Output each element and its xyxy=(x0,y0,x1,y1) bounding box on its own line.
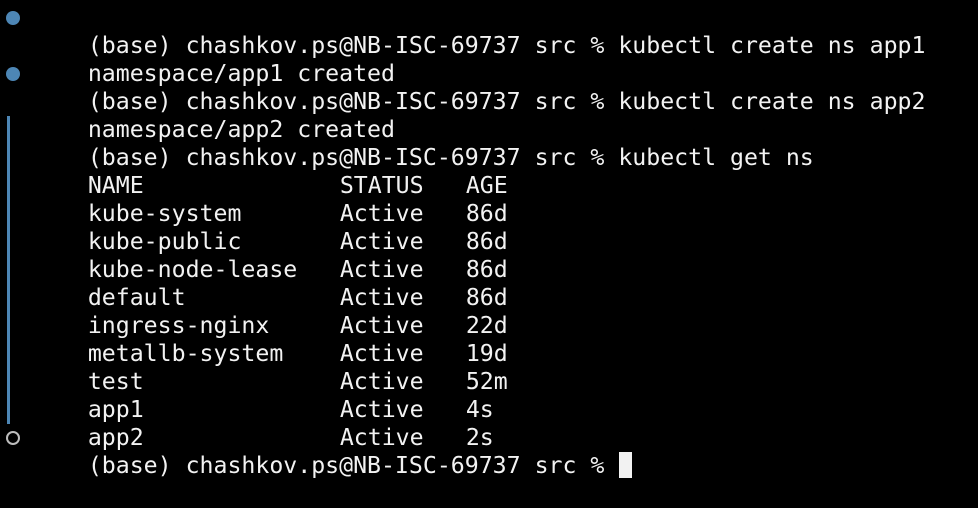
table-row: ingress-nginx Active 22d xyxy=(0,284,978,339)
command-selection-bar-icon xyxy=(7,228,10,256)
command-selection-bar-icon xyxy=(7,256,10,284)
command-selection-bar-icon xyxy=(7,396,10,424)
command-success-dot-icon xyxy=(6,67,20,81)
command-selection-bar-icon xyxy=(7,368,10,396)
output-line: namespace/app2 created xyxy=(0,88,978,143)
table-row: kube-node-lease Active 86d xyxy=(0,228,978,283)
command-selection-bar-icon xyxy=(7,200,10,228)
command-selection-bar-icon xyxy=(7,144,10,172)
pending-command-circle-icon xyxy=(6,431,20,445)
table-row: kube-system Active 86d xyxy=(0,172,978,227)
prompt-line-get-ns: (base) chashkov.ps@NB-ISC-69737 src % ku… xyxy=(0,116,978,171)
table-row: default Active 86d xyxy=(0,256,978,311)
table-row: app1 Active 4s xyxy=(0,368,978,423)
prompt-line-create-app2: (base) chashkov.ps@NB-ISC-69737 src % ku… xyxy=(0,60,978,115)
output-line: namespace/app1 created xyxy=(0,32,978,87)
active-prompt-line[interactable]: (base) chashkov.ps@NB-ISC-69737 src % xyxy=(0,424,978,479)
command-selection-bar-icon xyxy=(7,116,10,144)
prompt-text: (base) chashkov.ps@NB-ISC-69737 src % xyxy=(87,452,619,479)
prompt-line-create-app1: (base) chashkov.ps@NB-ISC-69737 src % ku… xyxy=(0,4,978,59)
command-selection-bar-icon xyxy=(7,172,10,200)
command-selection-bar-icon xyxy=(7,340,10,368)
table-row: test Active 52m xyxy=(0,340,978,395)
table-row: app2 Active 2s xyxy=(0,396,978,451)
command-selection-bar-icon xyxy=(7,284,10,312)
terminal-window[interactable]: (base) chashkov.ps@NB-ISC-69737 src % ku… xyxy=(0,4,978,479)
table-header-row: NAME STATUS AGE xyxy=(0,144,978,199)
command-success-dot-icon xyxy=(6,11,20,25)
table-row: kube-public Active 86d xyxy=(0,200,978,255)
table-row: metallb-system Active 19d xyxy=(0,312,978,367)
command-selection-bar-icon xyxy=(7,312,10,340)
